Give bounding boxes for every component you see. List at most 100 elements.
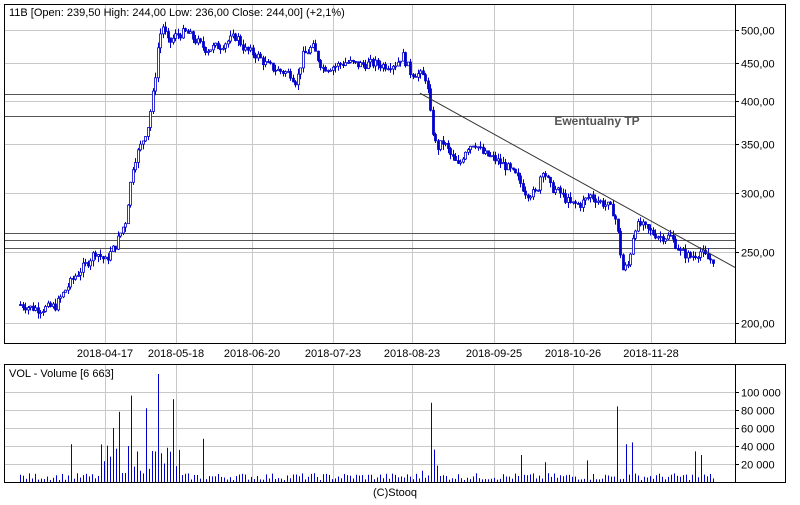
candle-body xyxy=(154,77,157,92)
price-y-tick-label: 500,00 xyxy=(741,26,775,38)
candle-body xyxy=(419,70,422,75)
volume-bar xyxy=(371,474,372,482)
candle-body xyxy=(49,302,52,308)
volume-bar xyxy=(698,477,699,482)
volume-bar xyxy=(182,474,183,482)
volume-bar xyxy=(500,478,501,482)
candle-body xyxy=(422,70,425,76)
volume-bar xyxy=(308,476,309,482)
volume-bar xyxy=(149,468,150,482)
volume-bar xyxy=(464,479,465,482)
volume-bar xyxy=(392,473,393,482)
volume-bar xyxy=(677,475,678,482)
candle-body xyxy=(447,142,450,149)
candle-body xyxy=(399,60,402,63)
volume-bar xyxy=(713,478,714,482)
volume-bar xyxy=(473,476,474,482)
volume-bar xyxy=(638,475,639,482)
volume-bar xyxy=(389,478,390,482)
volume-bar xyxy=(152,451,153,482)
candle-body xyxy=(339,63,342,65)
candle-body xyxy=(202,41,205,48)
volume-bar xyxy=(701,455,702,482)
volume-bar xyxy=(191,479,192,482)
candle-body xyxy=(302,50,305,69)
candle-body xyxy=(164,26,167,32)
candle-body xyxy=(427,80,430,90)
candle-body xyxy=(454,155,457,161)
candle-body xyxy=(104,256,107,260)
volume-bar xyxy=(230,477,231,482)
candle-body xyxy=(252,47,255,56)
volume-bar xyxy=(281,478,282,482)
x-tick-label: 2018-10-26 xyxy=(545,348,601,360)
volume-bar xyxy=(104,461,105,482)
volume-bar xyxy=(137,451,138,482)
volume-bar xyxy=(545,462,546,482)
volume-bar xyxy=(176,466,177,482)
volume-bar xyxy=(224,477,225,482)
price-header: 11B [Open: 239,50 High: 244,00 Low: 236,… xyxy=(9,7,345,19)
candle-body xyxy=(144,136,147,142)
candle-body xyxy=(434,134,437,142)
volume-bar xyxy=(653,478,654,482)
candle-body xyxy=(109,251,112,261)
candle-body xyxy=(82,262,85,273)
candle-body xyxy=(414,75,417,78)
volume-bar xyxy=(251,476,252,482)
candle-body xyxy=(149,111,152,128)
volume-bar xyxy=(593,474,594,482)
candle-body xyxy=(239,36,242,46)
volume-bar xyxy=(86,473,87,482)
candle-body xyxy=(324,66,327,72)
volume-bar xyxy=(326,473,327,482)
candle-body xyxy=(309,47,312,54)
candle-body xyxy=(139,143,142,151)
candle-body xyxy=(19,304,22,306)
candle-body xyxy=(234,33,237,41)
candle-body xyxy=(214,42,217,46)
candle-body xyxy=(459,161,462,164)
volume-bar xyxy=(53,477,54,482)
candle-body xyxy=(707,253,710,260)
volume-bar xyxy=(608,475,609,482)
volume-y-tick-label: 20 000 xyxy=(741,460,775,472)
candle-body xyxy=(494,155,497,162)
candle-body xyxy=(509,163,512,169)
candle-body xyxy=(159,33,162,49)
candle-body xyxy=(519,175,522,184)
volume-bar xyxy=(404,477,405,482)
volume-bar xyxy=(602,478,603,482)
volume-bar xyxy=(212,476,213,482)
volume-bar xyxy=(38,479,39,482)
x-tick-label: 2018-05-18 xyxy=(148,348,204,360)
volume-bar xyxy=(527,475,528,482)
volume-bar xyxy=(650,476,651,482)
candle-body xyxy=(609,201,612,205)
volume-bar xyxy=(245,474,246,482)
candle-body xyxy=(554,188,557,193)
volume-bar xyxy=(557,477,558,482)
candle-body xyxy=(249,47,252,51)
volume-bar xyxy=(359,475,360,482)
x-tick-label: 2018-09-25 xyxy=(466,348,522,360)
volume-bar xyxy=(485,479,486,482)
volume-bar xyxy=(518,476,519,482)
volume-bar xyxy=(605,474,606,482)
volume-bar xyxy=(296,474,297,482)
candle-body xyxy=(147,127,150,137)
candle-body xyxy=(264,61,267,66)
candle-body xyxy=(94,252,97,257)
candle-body xyxy=(474,145,477,148)
candle-body xyxy=(672,234,675,240)
candle-body xyxy=(349,59,352,63)
volume-bar xyxy=(155,451,156,482)
volume-bar xyxy=(548,473,549,482)
volume-bar xyxy=(536,478,537,482)
candle-body xyxy=(29,305,32,309)
volume-bar xyxy=(662,476,663,482)
candle-body xyxy=(317,50,320,61)
volume-bar xyxy=(293,474,294,482)
volume-bar xyxy=(128,446,129,482)
volume-bar xyxy=(290,478,291,482)
